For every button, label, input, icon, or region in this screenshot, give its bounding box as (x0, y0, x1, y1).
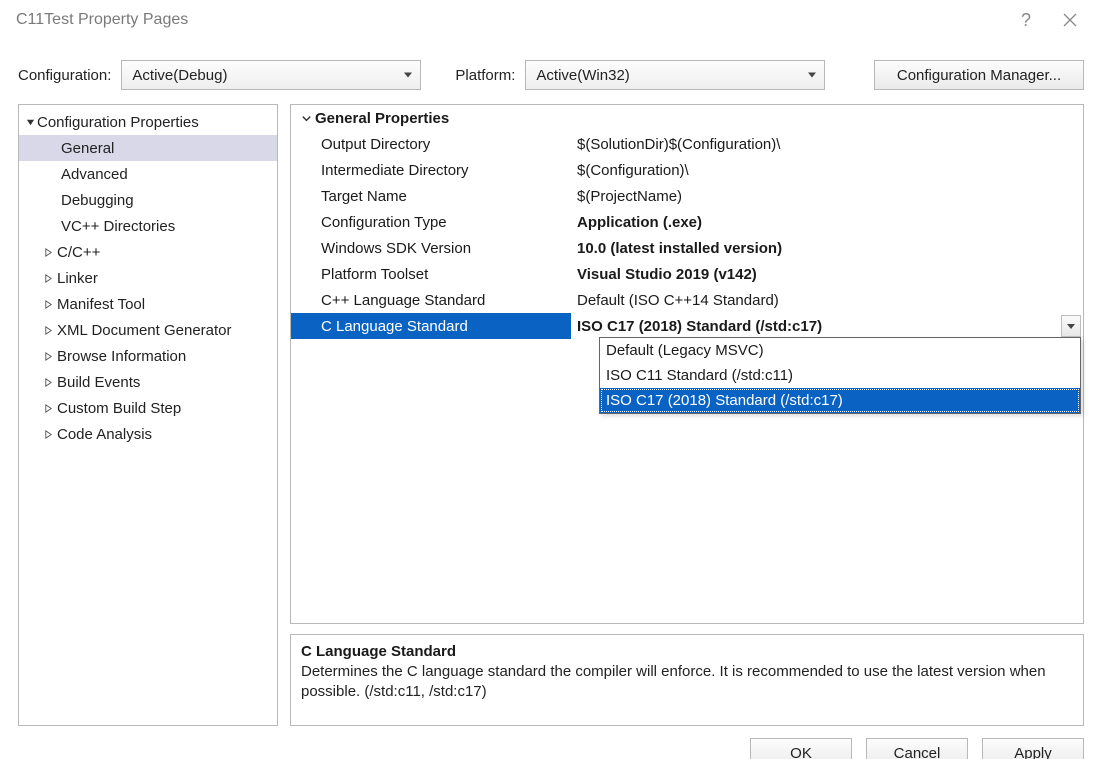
tree-item[interactable]: Debugging (19, 187, 277, 213)
description-text: Determines the C language standard the c… (301, 662, 1073, 703)
titlebar: C11Test Property Pages ? (0, 0, 1102, 40)
tree-item-label: Code Analysis (55, 426, 152, 443)
tree-item-label: Linker (55, 270, 98, 287)
property-name: C++ Language Standard (291, 287, 571, 313)
property-name: Configuration Type (291, 209, 571, 235)
platform-label: Platform: (455, 67, 515, 84)
chevron-down-icon (297, 113, 315, 124)
caret-right-icon (41, 248, 55, 257)
configuration-combo[interactable]: Active(Debug) (121, 60, 421, 90)
tree-item[interactable]: Manifest Tool (19, 291, 277, 317)
property-value[interactable]: Application (.exe) (571, 209, 1083, 235)
property-value[interactable]: $(ProjectName) (571, 183, 1083, 209)
tree-item-label: Debugging (25, 192, 134, 209)
property-name: Platform Toolset (291, 261, 571, 287)
tree-item[interactable]: C/C++ (19, 239, 277, 265)
tree-item[interactable]: Browse Information (19, 343, 277, 369)
caret-right-icon (41, 352, 55, 361)
property-row[interactable]: Intermediate Directory$(Configuration)\ (291, 157, 1083, 183)
property-row[interactable]: Platform ToolsetVisual Studio 2019 (v142… (291, 261, 1083, 287)
caret-right-icon (41, 326, 55, 335)
cancel-label: Cancel (894, 745, 941, 759)
property-row[interactable]: Target Name$(ProjectName) (291, 183, 1083, 209)
property-row[interactable]: Configuration TypeApplication (.exe) (291, 209, 1083, 235)
configuration-combo-value: Active(Debug) (132, 67, 227, 84)
group-header[interactable]: General Properties (291, 105, 1083, 131)
tree-item[interactable]: Code Analysis (19, 421, 277, 447)
caret-right-icon (41, 378, 55, 387)
apply-button[interactable]: Apply (982, 738, 1084, 759)
dropdown-option[interactable]: ISO C11 Standard (/std:c11) (600, 363, 1080, 388)
platform-combo[interactable]: Active(Win32) (525, 60, 825, 90)
tree-root[interactable]: Configuration Properties (19, 109, 277, 135)
tree-item[interactable]: VC++ Directories (19, 213, 277, 239)
description-panel: C Language Standard Determines the C lan… (290, 634, 1084, 726)
ok-label: OK (790, 745, 812, 759)
platform-combo-value: Active(Win32) (536, 67, 629, 84)
apply-label: Apply (1014, 745, 1052, 759)
property-name: C Language Standard (291, 313, 571, 339)
tree-item[interactable]: Linker (19, 265, 277, 291)
tree-item[interactable]: XML Document Generator (19, 317, 277, 343)
tree-item-label: Custom Build Step (55, 400, 181, 417)
caret-right-icon (41, 404, 55, 413)
config-toolbar: Configuration: Active(Debug) Platform: A… (0, 40, 1102, 104)
property-value[interactable]: Default (ISO C++14 Standard) (571, 287, 1083, 313)
dropdown-popup: Default (Legacy MSVC)ISO C11 Standard (/… (599, 337, 1081, 414)
configuration-manager-button[interactable]: Configuration Manager... (874, 60, 1084, 90)
property-value[interactable]: $(Configuration)\ (571, 157, 1083, 183)
cancel-button[interactable]: Cancel (866, 738, 968, 759)
property-value[interactable]: Visual Studio 2019 (v142) (571, 261, 1083, 287)
tree-item-label: XML Document Generator (55, 322, 232, 339)
tree-item-label: C/C++ (55, 244, 100, 261)
property-value[interactable]: ISO C17 (2018) Standard (/std:c17) (571, 313, 1083, 339)
tree-panel: Configuration Properties General Advanced… (18, 104, 278, 726)
tree-item-label: Build Events (55, 374, 140, 391)
tree-item-label: General (25, 140, 114, 157)
property-name: Target Name (291, 183, 571, 209)
tree-item-label: Manifest Tool (55, 296, 145, 313)
tree-item-label: VC++ Directories (25, 218, 175, 235)
configuration-label: Configuration: (18, 67, 111, 84)
tree-item-label: Advanced (25, 166, 128, 183)
description-title: C Language Standard (301, 643, 1073, 660)
property-name: Windows SDK Version (291, 235, 571, 261)
caret-right-icon (41, 430, 55, 439)
dialog-footer: OK Cancel Apply (0, 726, 1102, 759)
property-value[interactable]: 10.0 (latest installed version) (571, 235, 1083, 261)
property-row[interactable]: C Language StandardISO C17 (2018) Standa… (291, 313, 1083, 339)
close-icon[interactable] (1048, 0, 1092, 40)
property-value[interactable]: $(SolutionDir)$(Configuration)\ (571, 131, 1083, 157)
caret-right-icon (41, 300, 55, 309)
tree-item[interactable]: Advanced (19, 161, 277, 187)
dropdown-option[interactable]: Default (Legacy MSVC) (600, 338, 1080, 363)
ok-button[interactable]: OK (750, 738, 852, 759)
caret-down-icon (23, 118, 37, 127)
group-title: General Properties (315, 110, 449, 127)
property-row[interactable]: Output Directory$(SolutionDir)$(Configur… (291, 131, 1083, 157)
caret-right-icon (41, 274, 55, 283)
tree-item-label: Browse Information (55, 348, 186, 365)
dropdown-option[interactable]: ISO C17 (2018) Standard (/std:c17) (600, 388, 1080, 413)
window-title: C11Test Property Pages (16, 11, 188, 29)
dropdown-button[interactable] (1061, 315, 1081, 337)
tree-item[interactable]: Custom Build Step (19, 395, 277, 421)
property-grid: General Properties Output Directory$(Sol… (290, 104, 1084, 624)
property-name: Intermediate Directory (291, 157, 571, 183)
property-row[interactable]: C++ Language StandardDefault (ISO C++14 … (291, 287, 1083, 313)
configuration-manager-label: Configuration Manager... (897, 67, 1061, 84)
tree-item[interactable]: General (19, 135, 277, 161)
tree-root-label: Configuration Properties (37, 114, 199, 131)
property-name: Output Directory (291, 131, 571, 157)
tree-item[interactable]: Build Events (19, 369, 277, 395)
property-row[interactable]: Windows SDK Version10.0 (latest installe… (291, 235, 1083, 261)
help-icon[interactable]: ? (1004, 0, 1048, 40)
